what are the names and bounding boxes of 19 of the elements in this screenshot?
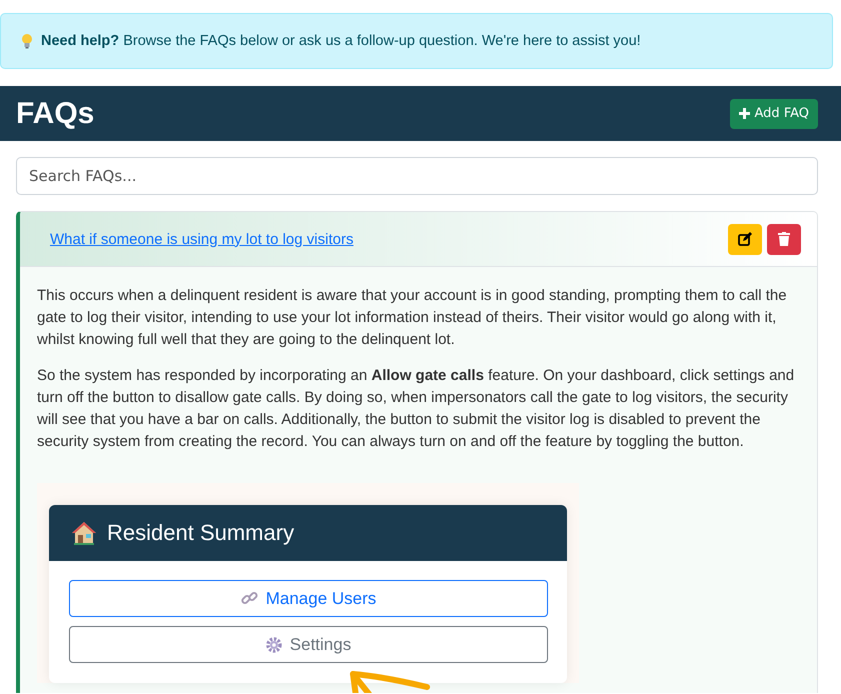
gear-icon [266, 636, 282, 652]
answer-paragraph: So the system has responded by incorporating an Allow gate calls feature. On your dashboard, click settings and turn off the button to disallow gate calls. By doing so, when impersonators call the gate to log visitors, the security will see that you have a bar on calls. Additionally, the button to submit the visitor log is disabled to prevent the security system from creating the record. You can always turn on and off the feature by toggling the button. [37, 366, 796, 452]
search-field[interactable]: Search FAQs... [16, 157, 818, 195]
plus-icon [738, 108, 750, 119]
settings-button[interactable]: Settings [69, 626, 548, 663]
answer-paragraph: This occurs when a delinquent resident is aware that your account is in good standing, prompting them to call the gate to log their visitor, intending to use your lot information instead of theirs. Their visitor would go along with it, whilst knowing full well that they are going to the delinquent lot. [37, 286, 788, 350]
add-faq-button[interactable]: Add FAQ [730, 98, 818, 128]
page-title: FAQs [16, 96, 94, 130]
card-title: Resident Summary [107, 522, 294, 544]
link-icon [240, 590, 258, 607]
house-icon [71, 521, 97, 545]
faq-question-link[interactable]: What if someone is using my lot to log visitors [50, 230, 354, 248]
help-message: Need help? Browse the FAQs below or ask us a follow-up question. We're here to assist you! [41, 33, 641, 49]
edit-button[interactable] [728, 224, 762, 254]
manage-users-button[interactable]: Manage Users [69, 580, 548, 617]
delete-button[interactable] [767, 224, 801, 254]
edit-icon [738, 232, 752, 246]
trash-icon [778, 232, 790, 246]
lightbulb-icon [21, 33, 33, 49]
